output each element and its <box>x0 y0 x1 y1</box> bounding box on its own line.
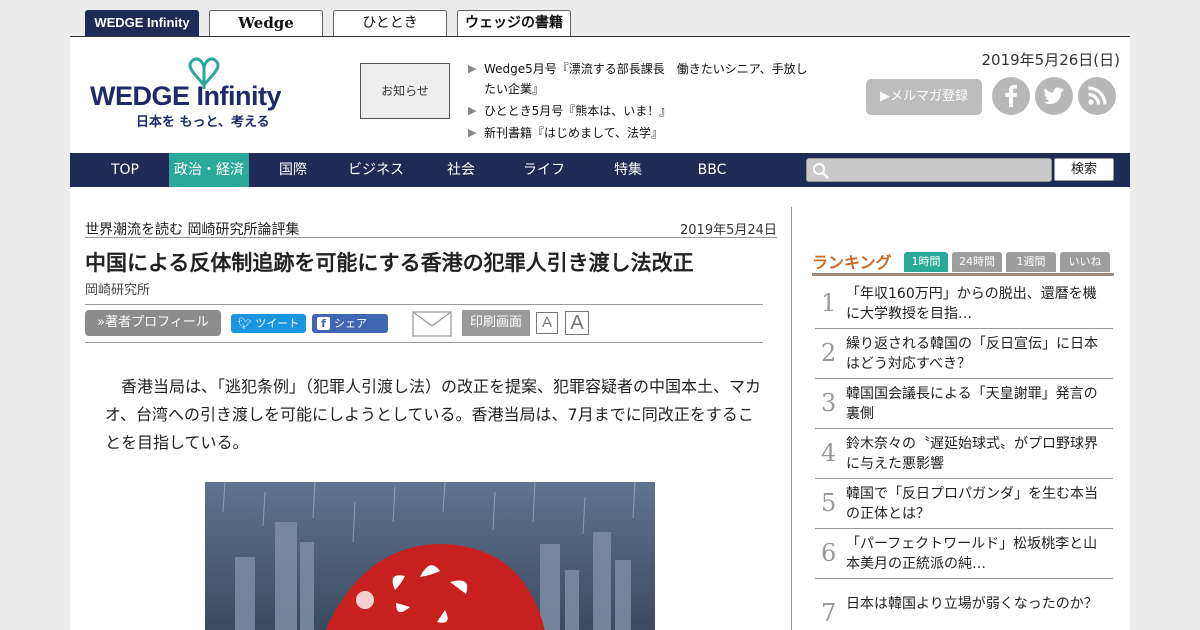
facebook-share-button[interactable]: f シェア 12 <box>312 314 388 349</box>
font-large-button[interactable]: A <box>565 311 589 335</box>
facebook-icon: f <box>317 317 330 330</box>
ranking-item-title: 韓国国会議長による「天皇謝罪」発言の裏側 <box>846 386 1098 422</box>
series-title[interactable]: 世界潮流を読む 岡崎研究所論評集 <box>85 219 299 239</box>
rss-icon[interactable] <box>1078 77 1116 115</box>
divider <box>812 273 1114 276</box>
site-tab-wedge[interactable]: Wedge <box>209 10 323 36</box>
news-item-label: 新刊書籍『はじめまして、法学』 <box>484 126 664 140</box>
ranking-item[interactable]: 1 「年収160万円」からの脱出、還暦を機に大学教授を目指… <box>815 279 1113 329</box>
ranking-tab-1w[interactable]: 1週間 <box>1006 252 1056 272</box>
nav-item-top[interactable]: TOP <box>90 153 160 187</box>
nav-item-bbc[interactable]: BBC <box>676 153 748 187</box>
ranking-item[interactable]: 4 鈴木奈々の〝遅延始球式〟がプロ野球界に与えた悪影響 <box>815 429 1113 479</box>
rank-number: 2 <box>821 339 837 367</box>
ranking-title: ランキング <box>812 253 892 272</box>
ranking-tab-24h[interactable]: 24時間 <box>952 252 1002 272</box>
rank-number: 1 <box>821 289 837 317</box>
rank-number: 6 <box>821 539 837 567</box>
column-divider <box>791 207 792 630</box>
news-list: ▶ Wedge5月号『漂流する部長課長 働きたいシニア、手放したい企業』 ▶ ひとと… <box>468 59 813 145</box>
current-date: 2019年5月26日(日) <box>981 51 1120 69</box>
logo-wordmark: WEDGE Infinity <box>90 81 282 111</box>
tweet-label: ツイート <box>255 317 300 330</box>
news-item[interactable]: ▶ 新刊書籍『はじめまして、法学』 <box>468 123 813 143</box>
site-tab-hitotoki[interactable]: ひととき <box>333 10 447 36</box>
tweet-button[interactable]: 🐦︎ ツイート <box>231 314 306 333</box>
ranking-item[interactable]: 6 「パーフェクトワールド」松坂桃李と山本美月の正統派の純… <box>815 529 1113 579</box>
site-tab-wedge-infinity[interactable]: WEDGE Infinity <box>85 10 199 36</box>
facebook-icon[interactable] <box>992 77 1030 115</box>
article-title: 中国による反体制追跡を可能にする香港の犯罪人引き渡し法改正 <box>85 251 694 275</box>
ranking-tab-1h[interactable]: 1時間 <box>904 252 948 272</box>
divider <box>85 304 763 305</box>
divider <box>85 342 763 343</box>
article-photo <box>205 482 655 630</box>
ranking-item-title: 鈴木奈々の〝遅延始球式〟がプロ野球界に与えた悪影響 <box>846 436 1098 472</box>
main-nav: TOP 政治・経済 国際 ビジネス 社会 ライフ 特集 BBC 検索 <box>70 153 1130 187</box>
ranking-item[interactable]: 5 韓国で「反日プロパガンダ」を生む本当の正体とは？ <box>815 479 1113 529</box>
ranking-item-title: 繰り返される韓国の「反日宣伝」に日本はどう対応すべき？ <box>846 336 1098 372</box>
author-profile-button[interactable]: »著者プロフィール <box>85 310 221 336</box>
nav-item-feature[interactable]: 特集 <box>592 153 664 187</box>
nav-item-society[interactable]: 社会 <box>426 153 496 187</box>
nav-item-life[interactable]: ライフ <box>508 153 580 187</box>
article-date: 2019年5月24日 <box>680 223 777 238</box>
notice-box[interactable]: お知らせ <box>360 63 450 119</box>
rank-number: 4 <box>821 439 837 467</box>
article-author[interactable]: 岡崎研究所 <box>85 279 150 298</box>
rank-number: 5 <box>821 489 837 517</box>
page: WEDGE Infinity 日本を もっと、考える お知らせ ▶ Wedge5月… <box>70 36 1130 630</box>
arrow-right-icon: ▶ <box>468 104 477 117</box>
nav-item-politics-economy[interactable]: 政治・経済 <box>169 153 249 187</box>
nav-item-business[interactable]: ビジネス <box>336 153 416 187</box>
search-input[interactable] <box>806 158 1052 182</box>
arrow-right-icon: ▶ <box>468 126 477 139</box>
share-label: シェア <box>334 317 367 330</box>
ranking-header: ランキング 1時間 24時間 1週間 いいね <box>812 249 1114 275</box>
ranking-item[interactable]: 2 繰り返される韓国の「反日宣伝」に日本はどう対応すべき？ <box>815 329 1113 379</box>
mail-icon[interactable] <box>412 311 452 337</box>
hong-kong-umbrella-image <box>205 482 655 630</box>
article-body: 香港当局は、「逃犯条例」（犯罪人引渡し法）の改正を提案、犯罪容疑者の中国本土、マ… <box>105 377 762 452</box>
ranking-item-title: 「パーフェクトワールド」松坂桃李と山本美月の正統派の純… <box>846 536 1098 572</box>
logo-tagline: 日本を もっと、考える <box>136 115 270 130</box>
twitter-bird-icon: 🐦︎ <box>237 317 252 330</box>
news-item[interactable]: ▶ ひととき5月号『熊本は、いま！』 <box>468 101 813 121</box>
ranking-tab-likes[interactable]: いいね <box>1060 252 1110 272</box>
ranking-item-title: 韓国で「反日プロパガンダ」を生む本当の正体とは？ <box>846 486 1098 522</box>
ranking-item[interactable]: 3 韓国国会議長による「天皇謝罪」発言の裏側 <box>815 379 1113 429</box>
mailmag-button[interactable]: ▶メルマガ登録 <box>866 79 982 115</box>
site-logo[interactable]: WEDGE Infinity 日本を もっと、考える <box>88 55 318 130</box>
twitter-icon[interactable] <box>1035 77 1073 115</box>
arrow-right-icon: ▶ <box>468 62 477 75</box>
print-button[interactable]: 印刷画面 <box>462 310 530 336</box>
font-small-button[interactable]: A <box>536 312 558 334</box>
news-item-label: Wedge5月号『漂流する部長課長 働きたいシニア、手放したい企業』 <box>484 62 808 96</box>
divider <box>85 237 777 238</box>
search-icon <box>813 163 829 179</box>
news-item[interactable]: ▶ Wedge5月号『漂流する部長課長 働きたいシニア、手放したい企業』 <box>468 59 813 99</box>
ranking-item-title: 「年収160万円」からの脱出、還暦を機に大学教授を目指… <box>846 286 1097 322</box>
site-tab-books[interactable]: ウェッジの書籍 <box>457 10 571 36</box>
search-button[interactable]: 検索 <box>1054 158 1114 181</box>
rank-number: 7 <box>821 599 837 627</box>
ranking-item[interactable]: 7 日本は韓国より立場が弱くなったのか？ <box>815 589 1113 630</box>
news-item-label: ひととき5月号『熊本は、いま！』 <box>484 104 672 118</box>
nav-item-international[interactable]: 国際 <box>260 153 326 187</box>
ranking-item-title: 日本は韓国より立場が弱くなったのか？ <box>846 596 1098 612</box>
rank-number: 3 <box>821 389 837 417</box>
